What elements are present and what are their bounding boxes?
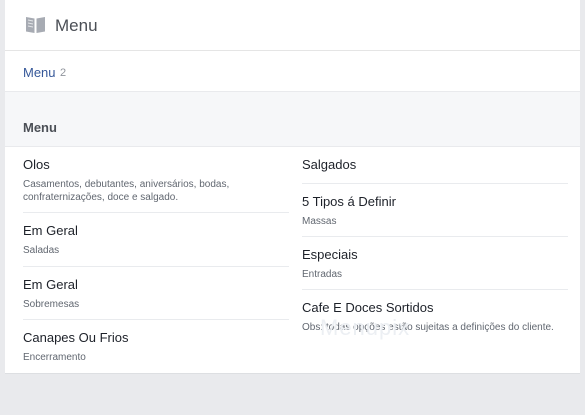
menu-item-name: Em Geral [23,223,78,238]
page-title: Menu [55,16,98,35]
menu-item[interactable]: Olos Casamentos, debutantes, aniversário… [23,147,289,213]
menu-panel: Olos Casamentos, debutantes, aniversário… [5,147,580,374]
menu-item[interactable]: Em Geral Sobremesas [23,267,289,320]
menu-item[interactable]: Em Geral Saladas [23,213,289,267]
book-icon [26,17,45,33]
menu-item[interactable]: Cafe E Doces Sortidos Obs: todas opções … [302,290,568,356]
menu-item-desc: Saladas [23,245,60,256]
menu-item[interactable]: Salgados [302,147,568,184]
menu-item-desc: Sobremesas [23,299,80,310]
menu-item[interactable]: Especiais Entradas [302,237,568,290]
section-header: Menu [5,92,580,146]
section-title: Menu [23,120,57,135]
menu-item-name: Salgados [302,157,357,172]
menu-column-left: Olos Casamentos, debutantes, aniversário… [23,147,289,373]
menu-item-name: Olos [23,157,50,172]
menu-item-desc: Encerramento [23,352,86,363]
menu-item-name: Canapes Ou Frios [23,330,129,345]
menu-item-desc: Casamentos, debutantes, aniversários, bo… [23,179,230,203]
menu-item-name: 5 Tipos á Definir [302,194,396,209]
menu-column-right: Salgados 5 Tipos á Definir Massas Especi… [302,147,568,356]
breadcrumb-count: 2 [60,67,67,79]
menu-item[interactable]: Canapes Ou Frios Encerramento [23,320,289,373]
menu-item-desc: Obs: todas opções estão sujeitas a defin… [302,322,554,333]
menu-item-desc: Entradas [302,269,343,280]
menu-item-name: Especiais [302,247,358,262]
menu-item[interactable]: 5 Tipos á Definir Massas [302,184,568,237]
breadcrumb-menu-link[interactable]: Menu [23,65,56,80]
page-header: Menu [5,0,580,51]
menu-item-name: Em Geral [23,277,78,292]
menu-item-desc: Massas [302,216,337,227]
menu-item-name: Cafe E Doces Sortidos [302,300,434,315]
breadcrumb: Menu 2 [5,51,580,91]
